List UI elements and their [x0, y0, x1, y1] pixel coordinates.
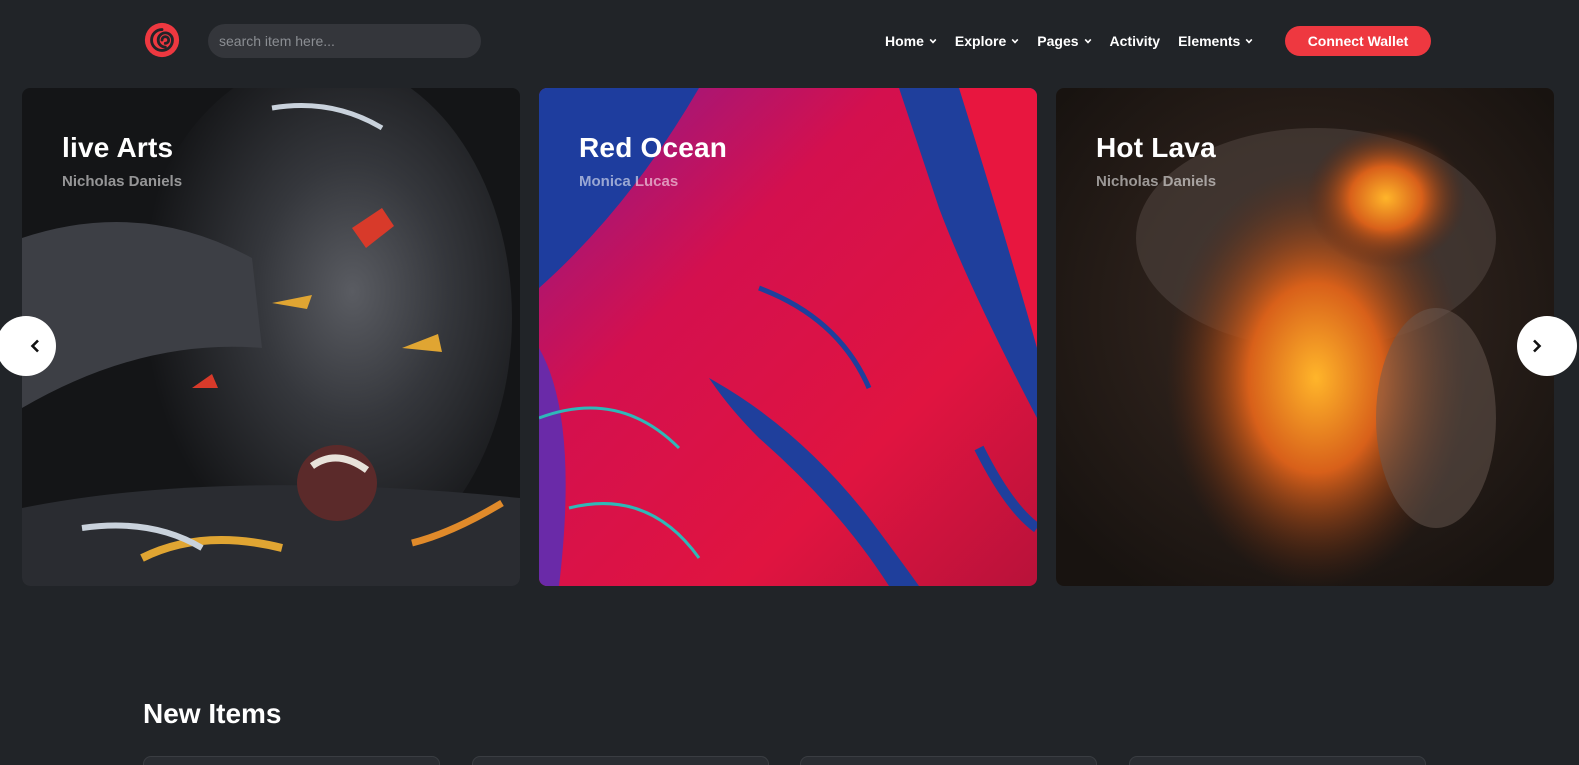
card-title: Hot Lava	[1096, 132, 1216, 163]
site-header: Home Explore Pages Activity Elements Con…	[0, 0, 1579, 82]
carousel-card-live-arts[interactable]: live Arts Nicholas Daniels	[22, 88, 520, 586]
carousel-card-hot-lava[interactable]: Hot Lava Nicholas Daniels	[1056, 88, 1554, 586]
new-item-card[interactable]	[472, 756, 769, 765]
chevron-down-icon	[1245, 38, 1253, 44]
connect-wallet-button[interactable]: Connect Wallet	[1285, 26, 1431, 56]
nav-pages[interactable]: Pages	[1037, 33, 1091, 49]
spiral-logo-icon[interactable]	[143, 21, 181, 59]
main-nav: Home Explore Pages Activity Elements	[885, 30, 1253, 52]
nav-activity[interactable]: Activity	[1110, 33, 1161, 49]
chevron-down-icon	[1011, 38, 1019, 44]
nav-explore-label: Explore	[954, 33, 1007, 49]
chevron-right-icon	[1533, 339, 1542, 353]
nav-home[interactable]: Home	[885, 33, 937, 49]
nav-pages-label: Pages	[1037, 33, 1079, 49]
chevron-left-icon	[30, 339, 39, 353]
nav-elements[interactable]: Elements	[1178, 33, 1253, 49]
card-author[interactable]: Nicholas Daniels	[62, 173, 182, 190]
nav-elements-label: Elements	[1178, 33, 1241, 49]
new-item-card[interactable]	[800, 756, 1097, 765]
new-item-card[interactable]	[1129, 756, 1426, 765]
card-author[interactable]: Nicholas Daniels	[1096, 173, 1216, 190]
search-input[interactable]	[208, 24, 481, 58]
chevron-down-icon	[1084, 38, 1091, 44]
nav-home-label: Home	[885, 33, 924, 49]
card-title: Red Ocean	[579, 132, 728, 163]
carousel-next-button[interactable]	[1517, 316, 1577, 376]
nav-explore[interactable]: Explore	[955, 33, 1019, 49]
carousel-card-red-ocean[interactable]: Red Ocean Monica Lucas	[539, 88, 1037, 586]
page: Home Explore Pages Activity Elements Con…	[0, 0, 1579, 765]
new-items-title: New Items	[143, 698, 282, 729]
card-author[interactable]: Monica Lucas	[579, 173, 678, 190]
chevron-down-icon	[929, 38, 937, 44]
card-title: live Arts	[62, 132, 174, 163]
new-item-card[interactable]	[143, 756, 440, 765]
nav-activity-label: Activity	[1109, 33, 1161, 49]
